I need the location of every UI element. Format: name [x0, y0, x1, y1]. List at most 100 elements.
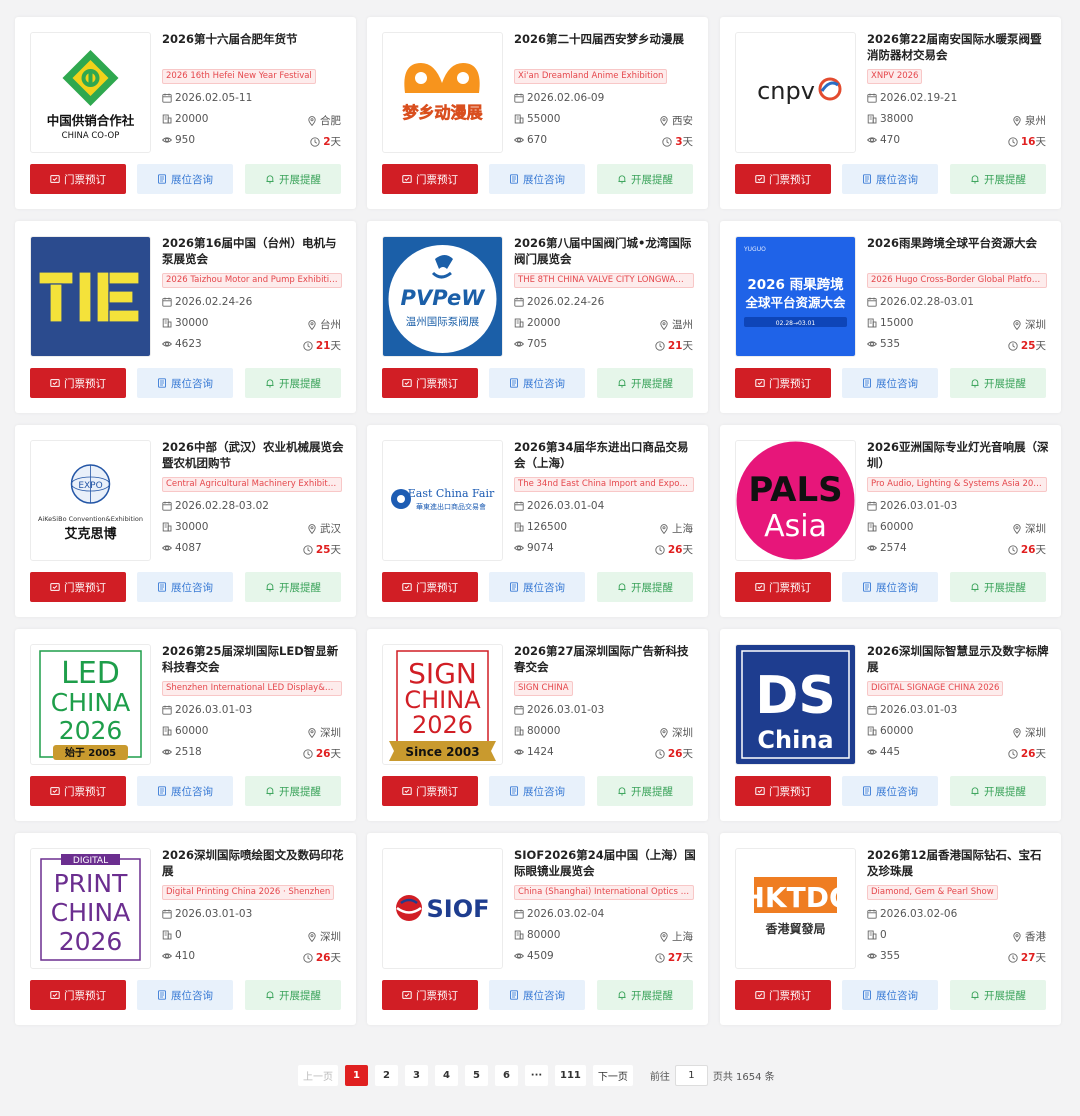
- exhibition-title[interactable]: 2026第八届中国阀门城•龙湾国际阀门展览会: [514, 235, 699, 268]
- opening-reminder-button[interactable]: 开展提醒: [245, 164, 341, 194]
- opening-reminder-button[interactable]: 开展提醒: [597, 776, 693, 806]
- opening-reminder-button[interactable]: 开展提醒: [950, 572, 1046, 602]
- opening-reminder-button[interactable]: 开展提醒: [597, 164, 693, 194]
- page-6-button[interactable]: 6: [495, 1064, 518, 1086]
- goto-page-input[interactable]: 1: [674, 1064, 708, 1086]
- ticket-booking-button[interactable]: 门票预订: [735, 368, 831, 398]
- exhibition-card[interactable]: PALS Asia 2026亚洲国际专业灯光音响展（深圳） Pro Audio,…: [720, 425, 1061, 617]
- booth-inquiry-button[interactable]: 展位咨询: [137, 572, 233, 602]
- booth-inquiry-button[interactable]: 展位咨询: [137, 368, 233, 398]
- page-5-button[interactable]: 5: [465, 1064, 488, 1086]
- exhibition-title[interactable]: 2026第22届南安国际水暖泵阀暨消防器材交易会: [867, 31, 1052, 64]
- prev-page-button[interactable]: 上一页: [298, 1064, 338, 1086]
- ticket-booking-button[interactable]: 门票预订: [735, 980, 831, 1010]
- dreamland-anime-logo[interactable]: 梦乡动漫展: [382, 32, 503, 153]
- ticket-booking-button[interactable]: 门票预订: [382, 776, 478, 806]
- exhibition-card[interactable]: DS China 2026深圳国际智慧显示及数字标牌展 DIGITAL SIGN…: [720, 629, 1061, 821]
- exhibition-title[interactable]: 2026深圳国际喷绘图文及数码印花展: [162, 847, 347, 880]
- ticket-booking-button[interactable]: 门票预订: [382, 572, 478, 602]
- ticket-booking-button[interactable]: 门票预订: [735, 572, 831, 602]
- tie-logo[interactable]: TIE: [30, 236, 151, 357]
- pals-asia-logo[interactable]: PALS Asia: [735, 440, 856, 561]
- exhibition-title[interactable]: 2026第12届香港国际钻石、宝石及珍珠展: [867, 847, 1052, 880]
- exhibition-card[interactable]: SIGN CHINA 2026 Since 2003 2026第27届深圳国际广…: [367, 629, 708, 821]
- china-coop-logo[interactable]: 中国供销合作社 CHINA CO-OP: [30, 32, 151, 153]
- cnpv-logo[interactable]: cnpv: [735, 32, 856, 153]
- opening-reminder-button[interactable]: 开展提醒: [245, 572, 341, 602]
- exhibition-card[interactable]: PVPeW 温州国际泵阀展 2026第八届中国阀门城•龙湾国际阀门展览会 THE…: [367, 221, 708, 413]
- hugo-logo[interactable]: YUGUO 2026 雨果跨境 全球平台资源大会 02.28→03.01: [735, 236, 856, 357]
- ticket-booking-button[interactable]: 门票预订: [382, 368, 478, 398]
- page-4-button[interactable]: 4: [435, 1064, 458, 1086]
- booth-inquiry-button[interactable]: 展位咨询: [842, 368, 938, 398]
- exhibition-card[interactable]: TIE 2026第16届中国（台州）电机与泵展览会 2026 Taizhou M…: [15, 221, 356, 413]
- booth-inquiry-button[interactable]: 展位咨询: [489, 776, 585, 806]
- opening-reminder-button[interactable]: 开展提醒: [597, 368, 693, 398]
- opening-reminder-button[interactable]: 开展提醒: [950, 164, 1046, 194]
- ds-china-logo[interactable]: DS China: [735, 644, 856, 765]
- booth-inquiry-button[interactable]: 展位咨询: [489, 164, 585, 194]
- exhibition-card[interactable]: YUGUO 2026 雨果跨境 全球平台资源大会 02.28→03.01 202…: [720, 221, 1061, 413]
- exhibition-title[interactable]: 2026雨果跨境全球平台资源大会: [867, 235, 1052, 268]
- ticket-booking-button[interactable]: 门票预订: [735, 776, 831, 806]
- opening-reminder-button[interactable]: 开展提醒: [597, 572, 693, 602]
- exhibition-title[interactable]: 2026第二十四届西安梦乡动漫展: [514, 31, 699, 64]
- exhibition-title[interactable]: 2026第25届深圳国际LED智显新科技春交会: [162, 643, 347, 676]
- exhibition-title[interactable]: 2026第34届华东进出口商品交易会（上海）: [514, 439, 699, 472]
- exhibition-card[interactable]: East China Fair 華東進出口商品交易會 2026第34届华东进出口…: [367, 425, 708, 617]
- ticket-booking-button[interactable]: 门票预订: [735, 164, 831, 194]
- page-3-button[interactable]: 3: [405, 1064, 428, 1086]
- opening-reminder-button[interactable]: 开展提醒: [950, 776, 1046, 806]
- booth-inquiry-button[interactable]: 展位咨询: [137, 164, 233, 194]
- hktdc-logo[interactable]: HKTDC 香港貿發局: [735, 848, 856, 969]
- exhibition-card[interactable]: HKTDC 香港貿發局 2026第12届香港国际钻石、宝石及珍珠展 Diamon…: [720, 833, 1061, 1025]
- ticket-booking-button[interactable]: 门票预订: [30, 572, 126, 602]
- exhibition-card[interactable]: EXPO AiKeSiBo Convention&Exhibition 艾克思博…: [15, 425, 356, 617]
- exhibition-card[interactable]: LED CHINA 2026 始于 2005 2026第25届深圳国际LED智显…: [15, 629, 356, 821]
- next-page-button[interactable]: 下一页: [592, 1064, 633, 1086]
- exhibition-card[interactable]: SIOF SIOF2026第24届中国（上海）国际眼镜业展览会 China (S…: [367, 833, 708, 1025]
- booth-inquiry-button[interactable]: 展位咨询: [137, 776, 233, 806]
- sign-china-logo[interactable]: SIGN CHINA 2026 Since 2003: [382, 644, 503, 765]
- exhibition-title[interactable]: SIOF2026第24届中国（上海）国际眼镜业展览会: [514, 847, 699, 880]
- opening-reminder-button[interactable]: 开展提醒: [950, 368, 1046, 398]
- booth-inquiry-button[interactable]: 展位咨询: [842, 776, 938, 806]
- page-1-button[interactable]: 1: [345, 1064, 368, 1086]
- exhibition-title[interactable]: 2026第十六届合肥年货节: [162, 31, 347, 64]
- page-111-button[interactable]: 111: [555, 1064, 586, 1086]
- opening-reminder-button[interactable]: 开展提醒: [950, 980, 1046, 1010]
- booth-inquiry-button[interactable]: 展位咨询: [137, 980, 233, 1010]
- exhibition-title[interactable]: 2026亚洲国际专业灯光音响展（深圳）: [867, 439, 1052, 472]
- exhibition-card[interactable]: 梦乡动漫展 2026第二十四届西安梦乡动漫展 Xi'an Dreamland A…: [367, 17, 708, 209]
- booth-inquiry-button[interactable]: 展位咨询: [489, 980, 585, 1010]
- ticket-booking-button[interactable]: 门票预订: [382, 980, 478, 1010]
- opening-reminder-button[interactable]: 开展提醒: [597, 980, 693, 1010]
- more-pages-ellipsis[interactable]: ···: [525, 1064, 548, 1086]
- exhibition-card[interactable]: DIGITAL PRINT CHINA 2026 2026深圳国际喷绘图文及数码…: [15, 833, 356, 1025]
- ticket-booking-button[interactable]: 门票预订: [382, 164, 478, 194]
- booth-inquiry-button[interactable]: 展位咨询: [842, 164, 938, 194]
- exhibition-title[interactable]: 2026第16届中国（台州）电机与泵展览会: [162, 235, 347, 268]
- booth-inquiry-button[interactable]: 展位咨询: [489, 368, 585, 398]
- opening-reminder-button[interactable]: 开展提醒: [245, 776, 341, 806]
- ticket-booking-button[interactable]: 门票预订: [30, 776, 126, 806]
- exhibition-card[interactable]: 中国供销合作社 CHINA CO-OP 2026第十六届合肥年货节 2026 1…: [15, 17, 356, 209]
- exhibition-card[interactable]: cnpv 2026第22届南安国际水暖泵阀暨消防器材交易会 XNPV 2026 …: [720, 17, 1061, 209]
- pvpew-logo[interactable]: PVPeW 温州国际泵阀展: [382, 236, 503, 357]
- ticket-booking-button[interactable]: 门票预订: [30, 368, 126, 398]
- opening-reminder-button[interactable]: 开展提醒: [245, 980, 341, 1010]
- digital-print-china-logo[interactable]: DIGITAL PRINT CHINA 2026: [30, 848, 151, 969]
- east-china-fair-logo[interactable]: East China Fair 華東進出口商品交易會: [382, 440, 503, 561]
- booth-inquiry-button[interactable]: 展位咨询: [842, 572, 938, 602]
- led-china-logo[interactable]: LED CHINA 2026 始于 2005: [30, 644, 151, 765]
- booth-inquiry-button[interactable]: 展位咨询: [489, 572, 585, 602]
- exhibition-title[interactable]: 2026深圳国际智慧显示及数字标牌展: [867, 643, 1052, 676]
- opening-reminder-button[interactable]: 开展提醒: [245, 368, 341, 398]
- ticket-booking-button[interactable]: 门票预订: [30, 164, 126, 194]
- page-2-button[interactable]: 2: [375, 1064, 398, 1086]
- ticket-booking-button[interactable]: 门票预订: [30, 980, 126, 1010]
- exhibition-title[interactable]: 2026第27届深圳国际广告新科技春交会: [514, 643, 699, 676]
- booth-inquiry-button[interactable]: 展位咨询: [842, 980, 938, 1010]
- aikesibo-logo[interactable]: EXPO AiKeSiBo Convention&Exhibition 艾克思博: [30, 440, 151, 561]
- exhibition-title[interactable]: 2026中部（武汉）农业机械展览会暨农机团购节: [162, 439, 347, 472]
